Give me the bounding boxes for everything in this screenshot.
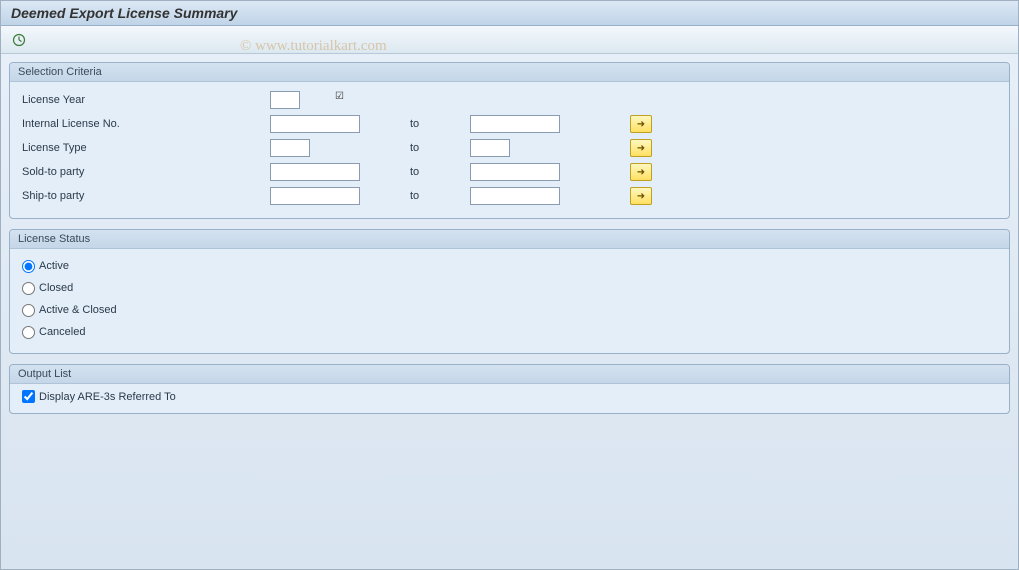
input-ship-to-from[interactable] [270,187,360,205]
row-license-year: License Year ☑ [20,88,999,112]
title-bar: Deemed Export License Summary [1,1,1018,26]
clock-execute-icon [12,33,26,47]
execute-button[interactable] [9,30,29,50]
search-help-icon[interactable]: ☑ [335,91,344,102]
group-output-list: Output List Display ARE-3s Referred To [9,364,1010,414]
input-sold-to-to[interactable] [470,163,560,181]
label-license-year: License Year [20,94,270,106]
row-license-type: License Type to ➜ [20,136,999,160]
radio-canceled[interactable] [22,326,35,339]
radio-closed[interactable] [22,282,35,295]
arrow-right-icon: ➜ [637,167,645,178]
input-license-type-from[interactable] [270,139,310,157]
multi-select-button[interactable]: ➜ [630,163,652,181]
checkbox-display-are3[interactable] [22,390,35,403]
label-canceled[interactable]: Canceled [39,326,85,338]
content-area: Selection Criteria License Year ☑ Intern… [1,54,1018,432]
to-label: to [410,190,470,202]
label-license-type: License Type [20,142,270,154]
toolbar [1,26,1018,54]
app-window: Deemed Export License Summary © www.tuto… [0,0,1019,570]
label-internal-license-no: Internal License No. [20,118,270,130]
to-label: to [410,118,470,130]
label-closed[interactable]: Closed [39,282,73,294]
input-license-type-to[interactable] [470,139,510,157]
label-active[interactable]: Active [39,260,69,272]
input-internal-no-from[interactable] [270,115,360,133]
row-ship-to-party: Ship-to party to ➜ [20,184,999,208]
input-license-year[interactable] [270,91,300,109]
label-active-closed[interactable]: Active & Closed [39,304,117,316]
arrow-right-icon: ➜ [637,119,645,130]
arrow-right-icon: ➜ [637,143,645,154]
row-sold-to-party: Sold-to party to ➜ [20,160,999,184]
input-ship-to-to[interactable] [470,187,560,205]
label-ship-to-party: Ship-to party [20,190,270,202]
label-display-are3[interactable]: Display ARE-3s Referred To [39,391,176,403]
group-license-status: License Status Active Closed Active & Cl… [9,229,1010,354]
input-sold-to-from[interactable] [270,163,360,181]
radio-active[interactable] [22,260,35,273]
multi-select-button[interactable]: ➜ [630,115,652,133]
multi-select-button[interactable]: ➜ [630,139,652,157]
to-label: to [410,142,470,154]
group-title-output: Output List [10,365,1009,384]
multi-select-button[interactable]: ➜ [630,187,652,205]
to-label: to [410,166,470,178]
arrow-right-icon: ➜ [637,191,645,202]
label-sold-to-party: Sold-to party [20,166,270,178]
group-title-status: License Status [10,230,1009,249]
group-selection-criteria: Selection Criteria License Year ☑ Intern… [9,62,1010,219]
row-internal-license-no: Internal License No. to ➜ [20,112,999,136]
group-title-selection: Selection Criteria [10,63,1009,82]
radio-active-closed[interactable] [22,304,35,317]
input-internal-no-to[interactable] [470,115,560,133]
page-title: Deemed Export License Summary [11,5,237,21]
